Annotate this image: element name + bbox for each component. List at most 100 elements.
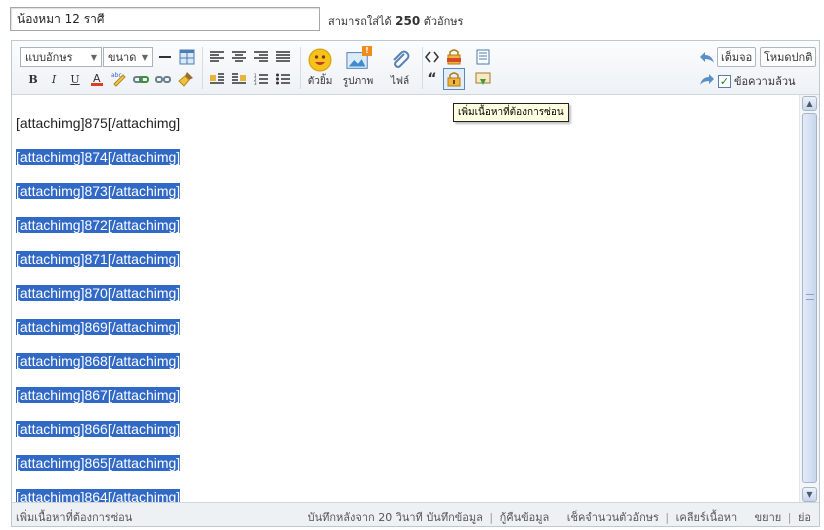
- float-right-icon: [232, 73, 246, 84]
- limit-count: 250: [395, 14, 421, 28]
- content-line: [attachimg]873[/attachimg]: [16, 183, 797, 199]
- image-badge: !: [362, 45, 372, 56]
- status-divider: |: [489, 511, 494, 524]
- code-button[interactable]: [423, 48, 441, 66]
- status-hint: เพิ่มเนื้อหาที่ต้องการซ่อน: [16, 511, 133, 524]
- float-right-button[interactable]: [230, 70, 248, 88]
- align-left-icon: [210, 51, 224, 62]
- horizontal-rule-button[interactable]: [156, 48, 174, 66]
- plaintext-label: ข้อความล้วน: [734, 75, 796, 88]
- emoticon-button[interactable]: ตัวยิ้ม: [302, 46, 338, 90]
- redo-icon: [700, 74, 714, 85]
- chevron-down-icon: ▼: [90, 52, 97, 62]
- align-center-button[interactable]: [230, 48, 248, 66]
- spellcheck-button[interactable]: abc: [110, 70, 128, 88]
- image-button[interactable]: ! รูปภาพ: [338, 45, 378, 90]
- bold-button[interactable]: B: [24, 70, 42, 88]
- selected-content-line-text: [attachimg]873[/attachimg]: [16, 183, 181, 199]
- status-actions: บันทึกหลังจาก 20 วินาที บันทึกข้อมูล | ก…: [308, 508, 811, 526]
- scroll-up-button[interactable]: ▲: [802, 96, 817, 111]
- align-justify-button[interactable]: [274, 48, 292, 66]
- align-justify-icon: [276, 51, 290, 62]
- autosave-note: บันทึกหลังจาก 20 วินาที: [307, 511, 423, 524]
- status-divider: |: [665, 511, 670, 524]
- font-color-button[interactable]: A: [88, 70, 106, 88]
- emoticon-label: ตัวยิ้ม: [307, 75, 333, 87]
- link-button[interactable]: [132, 70, 150, 88]
- shrink-link[interactable]: ย่อ: [798, 511, 811, 524]
- check-length-link[interactable]: เช็คจำนวนตัวอักษร: [567, 511, 659, 524]
- limit-prefix: สามารถใส่ได้: [328, 15, 392, 28]
- underline-button[interactable]: U: [66, 70, 84, 88]
- clear-content-link[interactable]: เคลียร์เนื้อหา: [676, 511, 738, 524]
- content-line: [attachimg]875[/attachimg]: [16, 115, 797, 131]
- fullscreen-button[interactable]: เต็มจอ: [717, 47, 757, 67]
- unlink-icon: [155, 76, 171, 83]
- restore-data-link[interactable]: กู้คืนข้อมูล: [500, 511, 550, 524]
- scroll-down-button[interactable]: ▼: [802, 487, 817, 502]
- align-center-icon: [232, 51, 246, 62]
- unordered-list-button[interactable]: [274, 70, 292, 88]
- clear-format-button[interactable]: [177, 70, 195, 88]
- horizontal-rule-icon: [159, 56, 171, 58]
- tooltip: เพิ่มเนื้อหาที่ต้องการซ่อน: [453, 103, 569, 122]
- brush-icon: [178, 72, 193, 87]
- editor-statusbar: เพิ่มเนื้อหาที่ต้องการซ่อน บันทึกหลังจาก…: [12, 502, 819, 526]
- save-data-link[interactable]: บันทึกข้อมูล: [426, 511, 483, 524]
- content-line: [attachimg]872[/attachimg]: [16, 217, 797, 233]
- svg-text:3: 3: [254, 81, 257, 85]
- selected-content-line-text: [attachimg]868[/attachimg]: [16, 353, 181, 369]
- font-family-select-label: แบบอักษร: [25, 51, 73, 64]
- italic-button[interactable]: I: [45, 70, 63, 88]
- insert-media-button[interactable]: [474, 70, 492, 88]
- toolbar-separator: [202, 47, 203, 89]
- content-line: [attachimg]867[/attachimg]: [16, 387, 797, 403]
- font-family-select[interactable]: แบบอักษร ▼: [20, 47, 102, 67]
- align-right-button[interactable]: [252, 48, 270, 66]
- normal-mode-button[interactable]: โหมดปกติ: [760, 47, 817, 67]
- smiley-icon: [308, 48, 332, 72]
- editor-content[interactable]: [attachimg]875[/attachimg] [attachimg]874…: [12, 95, 801, 503]
- undo-button[interactable]: [698, 49, 716, 67]
- link-icon: [133, 76, 149, 83]
- content-line: [attachimg]864[/attachimg]: [16, 489, 797, 503]
- expand-link[interactable]: ขยาย: [755, 511, 782, 524]
- page-icon: [476, 49, 490, 65]
- quote-button[interactable]: “: [423, 70, 441, 88]
- font-color-icon: A: [91, 72, 103, 86]
- attach-file-button[interactable]: ไฟล์: [382, 46, 418, 90]
- plaintext-toggle[interactable]: ✓ ข้อความล้วน: [718, 72, 796, 90]
- redo-button[interactable]: [698, 71, 716, 89]
- content-line: [attachimg]869[/attachimg]: [16, 319, 797, 335]
- hide-content-button[interactable]: [443, 68, 465, 90]
- float-left-icon: [210, 73, 224, 84]
- table-button[interactable]: [178, 48, 196, 66]
- content-line: [attachimg]870[/attachimg]: [16, 285, 797, 301]
- selected-content-line-text: [attachimg]871[/attachimg]: [16, 251, 181, 267]
- toolbar-separator: [300, 47, 301, 89]
- font-size-select[interactable]: ขนาด ▼: [103, 47, 153, 67]
- limit-suffix: ตัวอักษร: [423, 15, 464, 28]
- selected-content-line-text: [attachimg]866[/attachimg]: [16, 421, 181, 437]
- content-line-text: [attachimg]875[/attachimg]: [16, 115, 181, 131]
- lock-icon: [447, 72, 461, 87]
- scroll-grip-icon: [806, 294, 814, 300]
- float-left-button[interactable]: [208, 70, 226, 88]
- subject-limit-note: สามารถใส่ได้ 250 ตัวอักษร: [328, 12, 463, 30]
- unlink-button[interactable]: [154, 70, 172, 88]
- plaintext-checkbox[interactable]: ✓: [718, 74, 731, 88]
- subject-input[interactable]: [10, 7, 320, 31]
- table-icon: [179, 49, 195, 65]
- editor-scrollbar[interactable]: ▲ ▼: [799, 95, 819, 503]
- content-line: [attachimg]871[/attachimg]: [16, 251, 797, 267]
- selected-content-line-text: [attachimg]874[/attachimg]: [16, 149, 181, 165]
- free-content-button[interactable]: [445, 48, 463, 66]
- align-right-icon: [254, 51, 268, 62]
- scroll-thumb[interactable]: [802, 113, 817, 483]
- align-left-button[interactable]: [208, 48, 226, 66]
- ordered-list-button[interactable]: 123: [252, 70, 270, 88]
- font-size-select-label: ขนาด: [108, 51, 137, 64]
- page-break-button[interactable]: [474, 48, 492, 66]
- selected-content-line-text: [attachimg]870[/attachimg]: [16, 285, 181, 301]
- content-line: [attachimg]865[/attachimg]: [16, 455, 797, 471]
